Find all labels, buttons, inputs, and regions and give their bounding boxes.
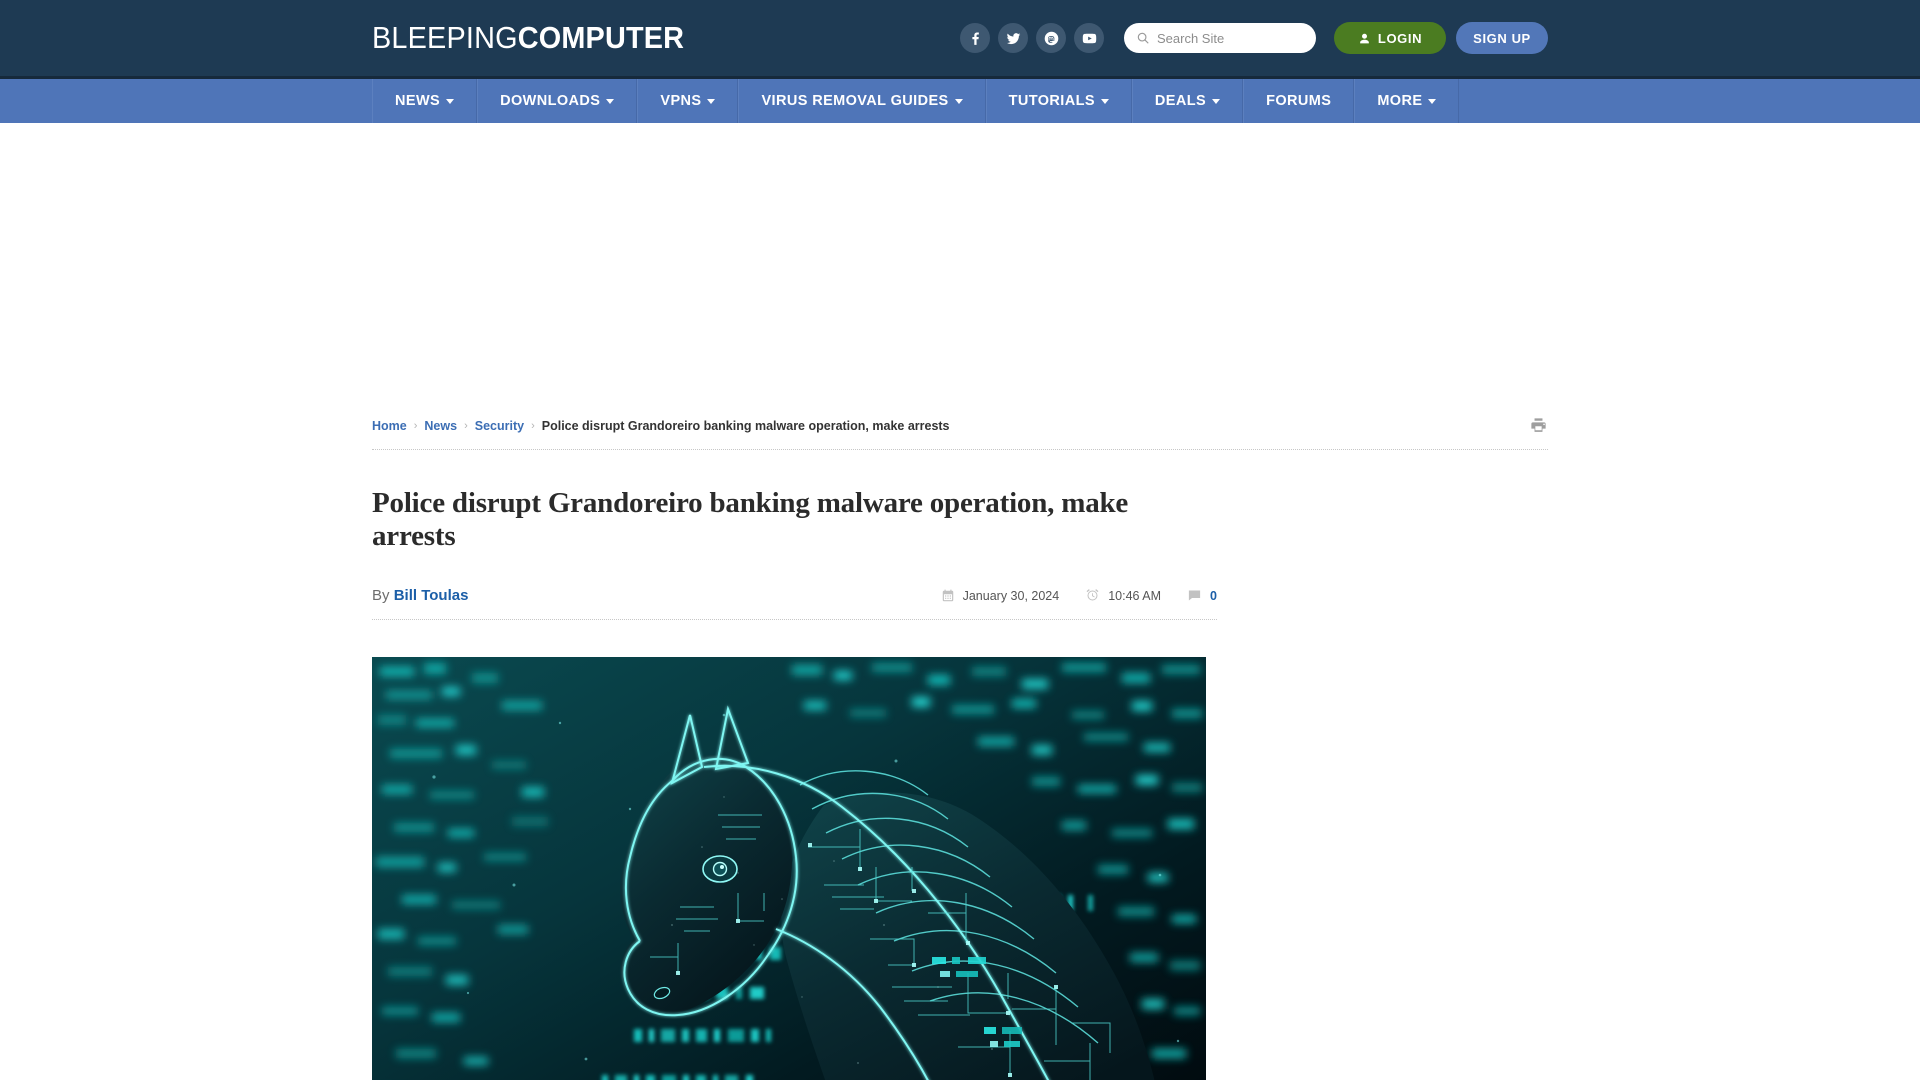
chevron-down-icon xyxy=(1100,98,1109,104)
nav-item-tutorials[interactable]: TUTORIALS xyxy=(985,79,1132,123)
chevron-down-icon xyxy=(954,98,963,104)
publish-date: January 30, 2024 xyxy=(941,588,1060,603)
chevron-down-icon xyxy=(446,98,455,104)
nav-item-label: FORUMS xyxy=(1266,93,1332,109)
calendar-icon xyxy=(942,589,953,601)
nav-item-vpns[interactable]: VPNS xyxy=(637,79,739,123)
chevron-down-icon xyxy=(1428,98,1437,104)
printer-icon xyxy=(1531,418,1546,432)
nav-item-more[interactable]: MORE xyxy=(1354,79,1460,123)
site-header: BLEEPINGCOMPUTER Search Site LOGIN SIGN … xyxy=(0,0,1920,76)
twitter-icon[interactable] xyxy=(998,23,1028,53)
article-meta: January 30, 2024 10:46 AM 0 xyxy=(941,588,1217,603)
publish-time-text: 10:46 AM xyxy=(1108,588,1162,603)
search-icon xyxy=(1137,32,1149,44)
facebook-icon[interactable] xyxy=(960,23,990,53)
byline: By Bill Toulas xyxy=(372,587,468,604)
breadcrumb-separator: › xyxy=(464,419,468,432)
comment-icon xyxy=(1188,590,1201,601)
youtube-icon[interactable] xyxy=(1074,23,1104,53)
nav-item-news[interactable]: NEWS xyxy=(372,79,478,123)
breadcrumb: Home › News › Security › Police disrupt Grando… xyxy=(372,419,950,433)
chevron-down-icon xyxy=(606,98,615,104)
by-prefix: By xyxy=(372,587,390,604)
nav-item-deals[interactable]: DEALS xyxy=(1131,79,1244,123)
search-input[interactable] xyxy=(1157,30,1304,46)
article-column: Police disrupt Grandoreiro banking malwa… xyxy=(372,487,1217,1080)
nav-items-container: NEWS DOWNLOADS VPNS VIRUS REMOVAL GUIDES TUT… xyxy=(372,79,1548,123)
page-title: Police disrupt Grandoreiro banking malwa… xyxy=(372,487,1129,552)
signup-button[interactable]: SIGN UP xyxy=(1456,22,1548,54)
mastodon-icon[interactable] xyxy=(1036,23,1066,53)
nav-item-label: VIRUS REMOVAL GUIDES xyxy=(761,93,949,109)
logo-text-bold: COMPUTER xyxy=(517,20,685,55)
header-inner: BLEEPINGCOMPUTER Search Site LOGIN SIGN … xyxy=(372,0,1548,76)
signup-label: SIGN UP xyxy=(1473,30,1531,46)
site-logo[interactable]: BLEEPINGCOMPUTER xyxy=(372,20,684,56)
comment-count-item[interactable]: 0 xyxy=(1187,588,1217,603)
breadcrumb-link-news[interactable]: News xyxy=(424,419,457,433)
trojan-horse-illustration xyxy=(372,657,1206,1080)
login-button[interactable]: LOGIN xyxy=(1334,22,1446,54)
breadcrumb-link-home[interactable]: Home xyxy=(372,419,407,433)
nav-item-label: DEALS xyxy=(1154,93,1207,109)
social-links xyxy=(960,23,1104,53)
nav-item-forums[interactable]: FORUMS xyxy=(1243,79,1355,123)
publish-time: 10:46 AM xyxy=(1085,588,1161,603)
chevron-down-icon xyxy=(1212,98,1221,104)
nav-item-label: NEWS xyxy=(395,93,441,109)
main-navigation: NEWS DOWNLOADS VPNS VIRUS REMOVAL GUIDES TUT… xyxy=(0,76,1920,123)
nav-item-downloads[interactable]: DOWNLOADS xyxy=(477,79,638,123)
clock-icon xyxy=(1086,589,1099,601)
nav-item-label: TUTORIALS xyxy=(1008,93,1095,109)
breadcrumb-row: Home › News › Security › Police disrupt Grando… xyxy=(372,408,1548,450)
comment-count-text: 0 xyxy=(1210,588,1217,603)
header-right-group: LOGIN SIGN UP xyxy=(960,22,1548,54)
login-label: LOGIN xyxy=(1377,30,1423,46)
nav-item-virus-removal-guides[interactable]: VIRUS REMOVAL GUIDES xyxy=(738,79,986,123)
article-hero-image xyxy=(372,657,1206,1080)
breadcrumb-separator: › xyxy=(531,419,535,432)
author-link[interactable]: Bill Toulas xyxy=(394,587,469,604)
nav-item-label: DOWNLOADS xyxy=(500,93,601,109)
logo-text-light: BLEEPING xyxy=(372,20,518,55)
byline-row: By Bill Toulas January 30, 2024 10:46 AM… xyxy=(372,587,1217,620)
user-icon xyxy=(1360,33,1369,43)
breadcrumb-current: Police disrupt Grandoreiro banking malwa… xyxy=(541,418,950,433)
main-content: Home › News › Security › Police disrupt Grando… xyxy=(372,408,1548,1080)
publish-date-text: January 30, 2024 xyxy=(962,588,1060,603)
breadcrumb-link-security[interactable]: Security xyxy=(475,419,524,433)
chevron-down-icon xyxy=(707,98,716,104)
search-box[interactable] xyxy=(1124,23,1316,53)
advertisement-area xyxy=(0,123,1920,408)
print-button[interactable] xyxy=(1529,416,1548,435)
breadcrumb-separator: › xyxy=(413,419,418,432)
nav-item-label: MORE xyxy=(1377,93,1423,109)
nav-item-label: VPNS xyxy=(660,93,702,109)
